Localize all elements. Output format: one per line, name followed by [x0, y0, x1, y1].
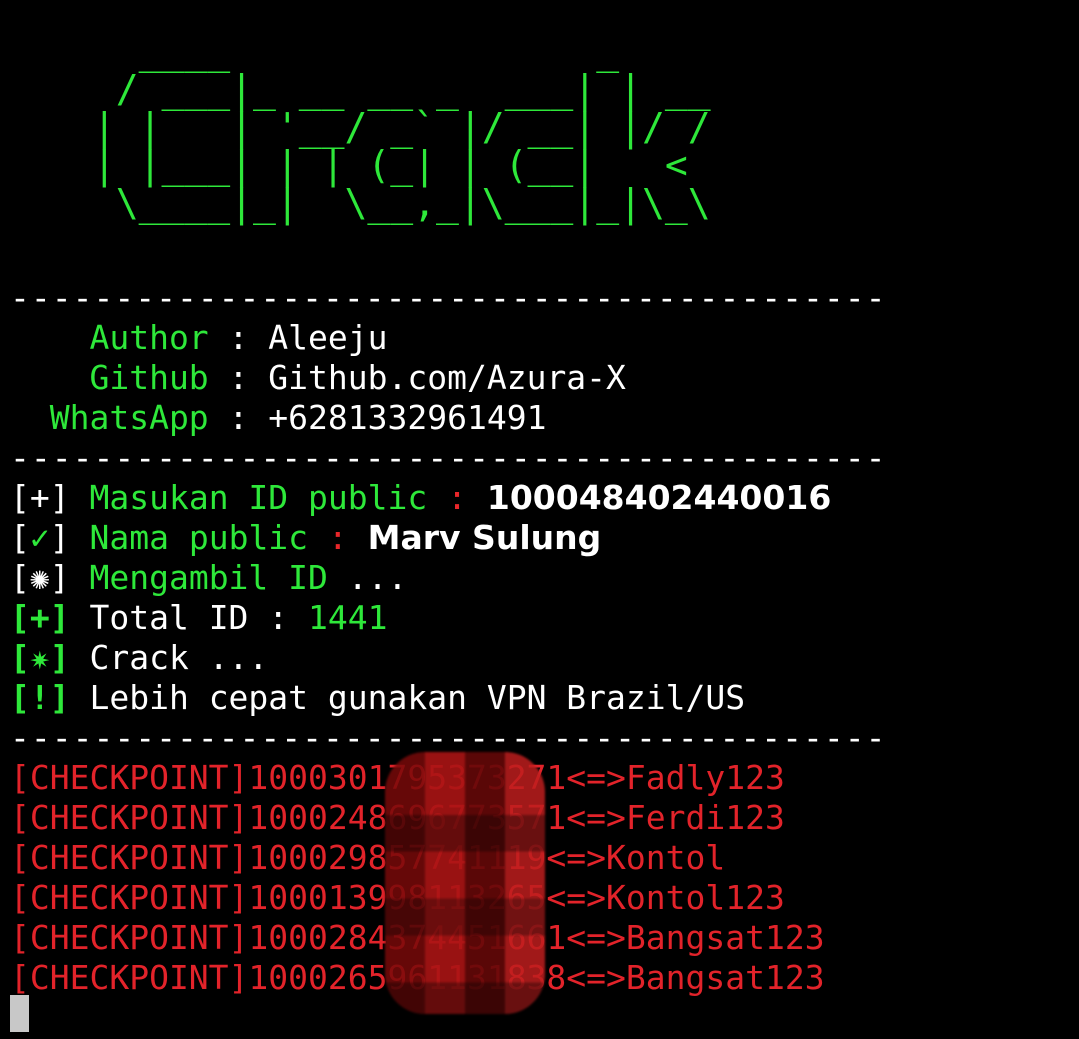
- plus-marker: [+]: [10, 478, 90, 517]
- ascii-banner: ____ _ / ___|_ __ __ _ ___| | __ | | | '…: [92, 29, 711, 225]
- crack-line: [✷] Crack ...: [10, 638, 1070, 678]
- crack-label: Crack ...: [89, 638, 269, 677]
- total-line: [+] Total ID : 1441: [10, 598, 1070, 638]
- vpn-label: Lebih cepat gunakan VPN Brazil/US: [89, 678, 746, 717]
- check-icon: ✓: [29, 518, 50, 557]
- author-value: Aleeju: [268, 318, 388, 357]
- id-prompt-colon: :: [447, 478, 487, 517]
- name-line: [✓] Nama public : Marv Sulung: [10, 518, 1070, 558]
- star-icon: [✷]: [10, 638, 90, 677]
- github-separator: :: [208, 358, 269, 397]
- name-colon: :: [327, 518, 368, 557]
- author-label: Author: [10, 318, 209, 357]
- github-value: Github.com/Azura-X: [268, 358, 626, 397]
- vpn-line: [!] Lebih cepat gunakan VPN Brazil/US: [10, 678, 1070, 718]
- author-separator: :: [208, 318, 269, 357]
- total-label: Total ID :: [89, 598, 309, 637]
- whatsapp-value: +6281332961491: [268, 398, 547, 437]
- github-line: Github : Github.com/Azura-X: [10, 358, 1070, 398]
- fetch-line: [✺] Mengambil ID ...: [10, 558, 1070, 598]
- divider-bottom: ----------------------------------------…: [10, 718, 887, 757]
- whatsapp-line: WhatsApp : +6281332961491: [10, 398, 1070, 438]
- warning-marker: [!]: [10, 678, 90, 717]
- id-input-line: [+] Masukan ID public : 100048402440016: [10, 478, 1070, 518]
- spinner-icon: [✺]: [10, 558, 90, 597]
- divider-middle: ----------------------------------------…: [10, 438, 887, 477]
- author-line: Author : Aleeju: [10, 318, 1070, 358]
- divider-top: ----------------------------------------…: [10, 278, 887, 317]
- id-input-value: 100048402440016: [486, 478, 832, 517]
- total-marker: [+]: [10, 598, 90, 637]
- censor-overlay: [385, 752, 545, 1014]
- whatsapp-label: WhatsApp: [10, 398, 209, 437]
- fetch-dots: ...: [327, 558, 408, 597]
- github-label: Github: [10, 358, 209, 397]
- name-label: Nama public: [89, 518, 328, 557]
- fetch-label: Mengambil ID: [89, 558, 328, 597]
- total-value: 1441: [308, 598, 388, 637]
- check-close-bracket: ]: [49, 518, 90, 557]
- name-value: Marv Sulung: [367, 518, 602, 557]
- whatsapp-separator: :: [208, 398, 269, 437]
- terminal-cursor[interactable]: [10, 995, 29, 1032]
- id-prompt-label: Masukan ID public: [89, 478, 448, 517]
- check-open-bracket: [: [10, 518, 30, 557]
